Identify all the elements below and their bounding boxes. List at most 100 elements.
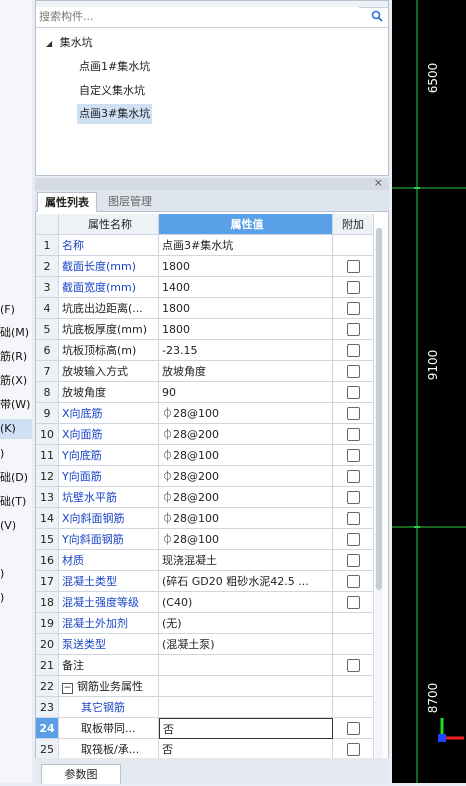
table-row[interactable]: 21 备注 xyxy=(36,655,374,676)
table-row[interactable]: 17 混凝土类型 (碎石 GD20 粗砂水泥42.5 ... xyxy=(36,571,374,592)
collapse-minus-icon[interactable]: − xyxy=(62,683,73,694)
property-value[interactable]: (碎石 GD20 粗砂水泥42.5 ... xyxy=(159,571,333,592)
property-value[interactable]: 1400 xyxy=(159,277,333,298)
left-menu-item[interactable]: ) xyxy=(0,588,32,608)
extra-checkbox[interactable] xyxy=(347,407,360,420)
table-row[interactable]: 10 X向面筋 ⏀28@200 xyxy=(36,424,374,445)
left-menu-item[interactable]: (K) xyxy=(0,419,32,439)
table-row[interactable]: 4 坑底出边距离(... 1800 xyxy=(36,298,374,319)
search-input[interactable] xyxy=(36,7,359,25)
property-value[interactable]: 点画3#集水坑 xyxy=(159,235,333,256)
scrollbar-thumb[interactable] xyxy=(376,228,382,590)
property-value[interactable]: 放坡角度 xyxy=(159,361,333,382)
property-value[interactable]: ⏀28@100 xyxy=(159,403,333,424)
property-value[interactable]: ⏀28@100 xyxy=(159,529,333,550)
extra-checkbox[interactable] xyxy=(347,533,360,546)
extra-checkbox[interactable] xyxy=(347,365,360,378)
extra-checkbox[interactable] xyxy=(347,722,360,735)
tab-layer-management[interactable]: 图层管理 xyxy=(101,192,159,212)
extra-checkbox[interactable] xyxy=(347,428,360,441)
property-value[interactable]: (混凝土泵) xyxy=(159,634,333,655)
extra-checkbox[interactable] xyxy=(347,449,360,462)
extra-checkbox[interactable] xyxy=(347,512,360,525)
left-menu-item[interactable]: 带(W) xyxy=(0,395,32,415)
tab-property-list[interactable]: 属性列表 xyxy=(37,192,97,213)
close-icon[interactable]: × xyxy=(374,176,383,189)
header-property-name[interactable]: 属性名称 xyxy=(59,214,159,235)
left-menu-item[interactable]: 础(M) xyxy=(0,323,32,343)
tree-item-1[interactable]: 点画1#集水坑 xyxy=(77,57,152,77)
table-row[interactable]: 3 截面宽度(mm) 1400 xyxy=(36,277,374,298)
property-value[interactable]: 否 xyxy=(159,718,333,739)
left-menu-item[interactable]: 筋(R) xyxy=(0,347,32,367)
extra-checkbox[interactable] xyxy=(347,386,360,399)
property-value[interactable]: ⏀28@200 xyxy=(159,466,333,487)
table-row[interactable]: 9 X向底筋 ⏀28@100 xyxy=(36,403,374,424)
search-icon[interactable] xyxy=(371,10,383,25)
extra-checkbox[interactable] xyxy=(347,575,360,588)
left-menu-item[interactable]: ) xyxy=(0,564,32,584)
table-row[interactable]: 7 放坡输入方式 放坡角度 xyxy=(36,361,374,382)
tab-parameter-diagram[interactable]: 参数图 xyxy=(41,764,121,784)
extra-checkbox[interactable] xyxy=(347,743,360,756)
left-menu-item[interactable]: (V) xyxy=(0,516,32,536)
property-value[interactable]: 90 xyxy=(159,382,333,403)
table-row[interactable]: 11 Y向底筋 ⏀28@100 xyxy=(36,445,374,466)
extra-checkbox[interactable] xyxy=(347,659,360,672)
property-value[interactable]: ⏀28@200 xyxy=(159,424,333,445)
table-row[interactable]: 25 取筏板/承... 否 xyxy=(36,739,374,758)
left-menu-item[interactable]: 筋(X) xyxy=(0,371,32,391)
property-value[interactable]: 否 xyxy=(159,739,333,758)
grid-scrollbar[interactable] xyxy=(375,228,383,760)
extra-checkbox[interactable] xyxy=(347,260,360,273)
table-row[interactable]: 14 X向斜面钢筋 ⏀28@100 xyxy=(36,508,374,529)
tree-item-3-selected[interactable]: 点画3#集水坑 xyxy=(77,104,153,124)
property-value[interactable] xyxy=(159,655,333,676)
left-menu-item[interactable]: (F) xyxy=(0,300,32,320)
property-value[interactable]: (C40) xyxy=(159,592,333,613)
table-row[interactable]: 6 坑板顶标高(m) -23.15 xyxy=(36,340,374,361)
left-menu-item[interactable]: ) xyxy=(0,444,32,464)
table-row[interactable]: 19 混凝土外加剂 (无) xyxy=(36,613,374,634)
table-row[interactable]: 8 放坡角度 90 xyxy=(36,382,374,403)
extra-checkbox[interactable] xyxy=(347,491,360,504)
extra-checkbox[interactable] xyxy=(347,302,360,315)
property-value[interactable]: ⏀28@100 xyxy=(159,508,333,529)
table-row[interactable]: 18 混凝土强度等级 (C40) xyxy=(36,592,374,613)
table-row[interactable]: 13 坑壁水平筋 ⏀28@200 xyxy=(36,487,374,508)
property-value[interactable]: 1800 xyxy=(159,319,333,340)
extra-checkbox[interactable] xyxy=(347,344,360,357)
tree-root[interactable]: ◢ 集水坑 xyxy=(46,33,93,53)
tree-item-2[interactable]: 自定义集水坑 xyxy=(77,81,147,101)
drawing-canvas[interactable]: 6500 9100 8700 xyxy=(392,0,466,783)
extra-checkbox[interactable] xyxy=(347,596,360,609)
table-row[interactable]: 1 名称 点画3#集水坑 xyxy=(36,235,374,256)
table-row[interactable]: 5 坑底板厚度(mm) 1800 xyxy=(36,319,374,340)
property-value[interactable]: ⏀28@200 xyxy=(159,487,333,508)
property-value[interactable]: 现浇混凝土 xyxy=(159,550,333,571)
table-row[interactable]: 24 取板带同... 否 xyxy=(36,718,374,739)
table-row[interactable]: 15 Y向斜面钢筋 ⏀28@100 xyxy=(36,529,374,550)
table-row[interactable]: 23 其它钢筋 xyxy=(36,697,374,718)
property-value[interactable]: 1800 xyxy=(159,298,333,319)
property-value[interactable]: -23.15 xyxy=(159,340,333,361)
table-row[interactable]: 2 截面长度(mm) 1800 xyxy=(36,256,374,277)
extra-checkbox[interactable] xyxy=(347,281,360,294)
extra-checkbox[interactable] xyxy=(347,323,360,336)
property-value[interactable] xyxy=(159,697,333,718)
property-value[interactable] xyxy=(159,676,333,697)
left-menu-item[interactable]: 础(T) xyxy=(0,492,32,512)
property-value[interactable]: 1800 xyxy=(159,256,333,277)
table-row[interactable]: 12 Y向面筋 ⏀28@200 xyxy=(36,466,374,487)
collapse-triangle-icon[interactable]: ◢ xyxy=(46,39,52,48)
table-row[interactable]: 20 泵送类型 (混凝土泵) xyxy=(36,634,374,655)
header-extra[interactable]: 附加 xyxy=(333,214,374,235)
property-value[interactable]: ⏀28@100 xyxy=(159,445,333,466)
left-menu-item[interactable]: 础(D) xyxy=(0,468,32,488)
extra-checkbox[interactable] xyxy=(347,470,360,483)
table-row[interactable]: 16 材质 现浇混凝土 xyxy=(36,550,374,571)
extra-checkbox[interactable] xyxy=(347,554,360,567)
header-property-value[interactable]: 属性值 xyxy=(159,214,333,235)
table-row[interactable]: 22− 钢筋业务属性 xyxy=(36,676,374,697)
property-value[interactable]: (无) xyxy=(159,613,333,634)
